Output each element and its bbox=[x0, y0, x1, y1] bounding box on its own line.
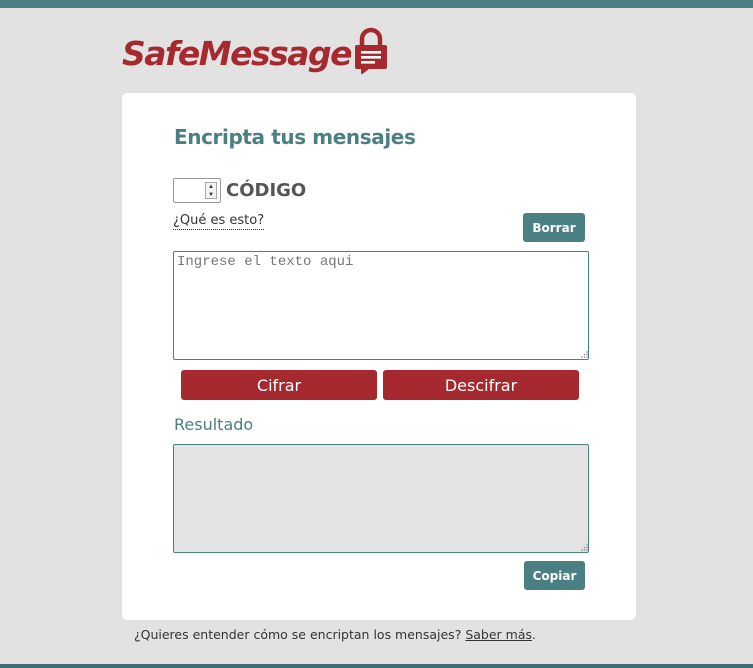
bottom-accent-bar bbox=[0, 664, 753, 668]
result-label: Resultado bbox=[174, 415, 254, 434]
footer-period: . bbox=[532, 627, 536, 642]
padlock-icon bbox=[355, 27, 388, 74]
spin-down-icon[interactable]: ▼ bbox=[208, 191, 214, 199]
code-row: ▲ ▼ CÓDIGO bbox=[173, 177, 306, 203]
clear-button[interactable]: Borrar bbox=[523, 213, 585, 242]
copy-button[interactable]: Copiar bbox=[524, 561, 585, 590]
code-label: CÓDIGO bbox=[226, 179, 307, 201]
logo-text: SafeMessage bbox=[122, 34, 353, 73]
learn-more-link[interactable]: Saber más bbox=[465, 627, 532, 642]
logo[interactable]: SafeMessage bbox=[122, 24, 389, 74]
what-is-this-link[interactable]: ¿Qué es esto? bbox=[173, 213, 265, 230]
encrypt-button[interactable]: Cifrar bbox=[181, 370, 377, 400]
footer-note: ¿Quieres entender cómo se encriptan los … bbox=[134, 627, 536, 642]
result-output[interactable] bbox=[173, 444, 589, 553]
decrypt-button[interactable]: Descifrar bbox=[383, 370, 579, 400]
footer-text: ¿Quieres entender cómo se encriptan los … bbox=[134, 627, 462, 642]
spin-up-icon[interactable]: ▲ bbox=[208, 183, 214, 191]
encrypt-card: Encripta tus mensajes ▲ ▼ CÓDIGO ¿Qué es… bbox=[122, 93, 636, 620]
code-number-input[interactable]: ▲ ▼ bbox=[173, 177, 221, 203]
message-input[interactable] bbox=[173, 251, 589, 360]
top-accent-bar bbox=[0, 0, 753, 8]
code-spinner[interactable]: ▲ ▼ bbox=[205, 181, 217, 199]
page-title: Encripta tus mensajes bbox=[174, 125, 416, 149]
